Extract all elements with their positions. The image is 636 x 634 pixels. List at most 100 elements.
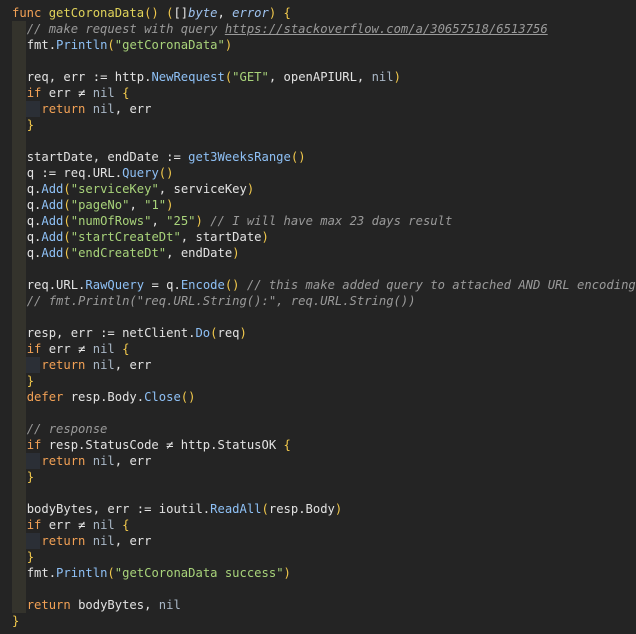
code-token: , — [129, 198, 145, 212]
code-line[interactable] — [0, 405, 636, 421]
code-token: ( — [107, 38, 115, 52]
code-token: ) — [239, 326, 247, 340]
code-token: ( — [63, 198, 71, 212]
code-token: fmt. — [26, 38, 57, 52]
code-token: // response — [26, 422, 108, 436]
code-token: Add — [41, 198, 64, 212]
code-token: http. — [114, 70, 152, 84]
code-content — [12, 54, 27, 68]
code-line[interactable]: fmt.Println("getCoronaData success") — [0, 565, 636, 581]
code-line[interactable]: return nil, err — [0, 101, 636, 117]
code-line[interactable]: defer resp.Body.Close() — [0, 389, 636, 405]
code-token: ) — [246, 182, 255, 196]
code-content: func getCoronaData() ([]byte, error) { — [12, 6, 291, 20]
code-line[interactable]: startDate, endDate := get3WeeksRange() — [0, 149, 636, 165]
code-token: ReadAll — [210, 502, 262, 516]
code-token: q. — [26, 214, 42, 228]
code-line[interactable]: return nil, err — [0, 533, 636, 549]
code-token: Add — [41, 182, 64, 196]
code-token: ) — [232, 246, 240, 260]
code-line[interactable] — [0, 261, 636, 277]
code-token: "getCoronaData" — [114, 38, 225, 52]
code-token: "numOfRows" — [70, 214, 152, 228]
code-token: ) — [224, 38, 233, 52]
code-token: return — [26, 598, 79, 612]
code-token: defer — [26, 390, 71, 404]
code-line[interactable]: resp, err := netClient.Do(req) — [0, 325, 636, 341]
code-line[interactable] — [0, 133, 636, 149]
code-line[interactable]: q.Add("pageNo", "1") — [0, 197, 636, 213]
code-line[interactable]: req, err := http.NewRequest("GET", openA… — [0, 69, 636, 85]
code-line[interactable]: q.Add("serviceKey", serviceKey) — [0, 181, 636, 197]
code-line[interactable]: fmt.Println("getCoronaData") — [0, 37, 636, 53]
code-line[interactable] — [0, 53, 636, 69]
code-line[interactable] — [0, 485, 636, 501]
code-content: q.Add("startCreateDt", startDate) — [12, 230, 269, 244]
code-content — [12, 406, 27, 420]
code-line[interactable]: } — [0, 549, 636, 565]
code-token: ( — [63, 214, 71, 228]
code-content: resp, err := netClient.Do(req) — [12, 326, 247, 340]
code-line[interactable]: return nil, err — [0, 453, 636, 469]
code-line[interactable]: if err ≠ nil { — [0, 517, 636, 533]
code-token: RawQuery — [85, 278, 152, 292]
code-line[interactable] — [0, 581, 636, 597]
code-token: := — [92, 70, 115, 84]
code-line[interactable]: q.Add("endCreateDt", endDate) — [0, 245, 636, 261]
code-token: } — [26, 374, 35, 388]
code-line[interactable]: // make request with query https://stack… — [0, 21, 636, 37]
code-line[interactable]: } — [0, 117, 636, 133]
code-line[interactable]: // response — [0, 421, 636, 437]
code-line[interactable]: // fmt.Println("req.URL.String():", req.… — [0, 293, 636, 309]
code-content: if resp.StatusCode ≠ http.StatusOK { — [12, 438, 291, 452]
code-token: return — [41, 102, 93, 116]
code-line[interactable]: return bodyBytes, nil — [0, 597, 636, 613]
code-content: } — [12, 614, 19, 628]
code-line[interactable]: func getCoronaData() ([]byte, error) { — [0, 5, 636, 21]
code-token: error — [232, 6, 269, 20]
code-token: q. — [26, 246, 42, 260]
code-token[interactable]: https://stackoverflow.com/a/30657518/651… — [225, 22, 548, 36]
code-content: // response — [12, 422, 108, 436]
code-line[interactable]: q.Add("startCreateDt", startDate) — [0, 229, 636, 245]
code-token: byte — [188, 6, 218, 20]
code-token: Query — [122, 166, 159, 180]
code-token: { — [122, 342, 130, 356]
code-line[interactable]: if err ≠ nil { — [0, 341, 636, 357]
code-token: [] — [173, 6, 189, 20]
code-token: netClient. — [122, 326, 196, 340]
code-line[interactable]: if resp.StatusCode ≠ http.StatusOK { — [0, 437, 636, 453]
code-token: req — [217, 326, 240, 340]
code-token: Do — [195, 326, 211, 340]
code-token: ≠ — [78, 86, 93, 100]
code-line[interactable]: q.Add("numOfRows", "25") // I will have … — [0, 213, 636, 229]
code-token: resp.StatusCode — [48, 438, 167, 452]
code-token: nil — [371, 70, 394, 84]
code-token: nil — [92, 518, 123, 532]
code-token: // fmt.Println("req.URL.String():", req.… — [26, 294, 416, 308]
code-editor[interactable]: func getCoronaData() ([]byte, error) { /… — [0, 0, 636, 634]
code-line[interactable]: req.URL.RawQuery = q.Encode() // this ma… — [0, 277, 636, 293]
code-token: err — [129, 102, 152, 116]
code-line[interactable]: } — [0, 373, 636, 389]
code-token: { — [122, 518, 130, 532]
code-content: // fmt.Println("req.URL.String():", req.… — [12, 294, 416, 308]
code-content: if err ≠ nil { — [12, 342, 130, 356]
code-token: , — [166, 246, 181, 260]
code-token: if — [26, 518, 49, 532]
code-token: := — [41, 166, 64, 180]
code-line[interactable]: if err ≠ nil { — [0, 85, 636, 101]
code-line[interactable]: } — [0, 469, 636, 485]
code-line[interactable]: q := req.URL.Query() — [0, 165, 636, 181]
code-line[interactable]: } — [0, 613, 636, 629]
code-line[interactable]: return nil, err — [0, 357, 636, 373]
code-line[interactable]: bodyBytes, err := ioutil.ReadAll(resp.Bo… — [0, 501, 636, 517]
code-content: } — [12, 470, 34, 484]
code-token: err — [129, 534, 152, 548]
code-content: if err ≠ nil { — [12, 86, 130, 100]
code-token: Println — [56, 38, 108, 52]
code-line[interactable] — [0, 309, 636, 325]
code-token: if — [26, 438, 49, 452]
code-token: getCoronaData — [48, 6, 145, 20]
code-content: q.Add("pageNo", "1") — [12, 198, 174, 212]
